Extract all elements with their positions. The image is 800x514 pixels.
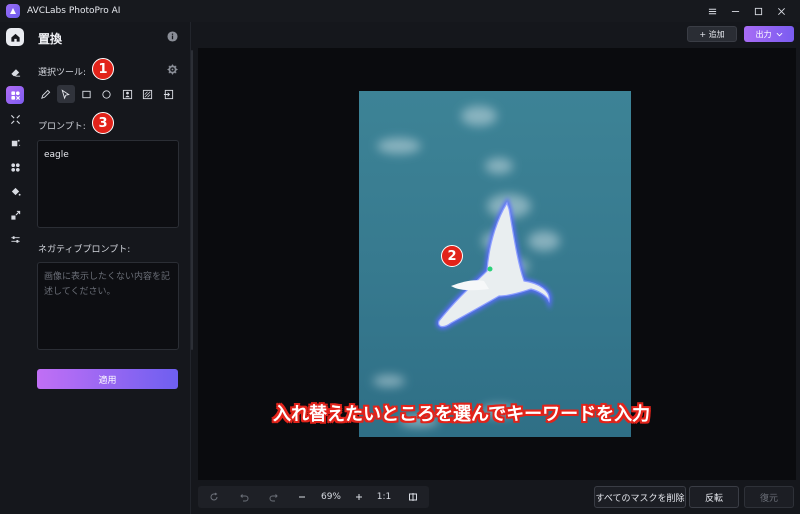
selection-tool-label: 選択ツール:: [38, 68, 87, 78]
import-icon: [163, 89, 173, 99]
minimize-icon[interactable]: [725, 0, 745, 22]
close-icon[interactable]: [771, 0, 791, 22]
zoom-controls: 69% 1:1: [198, 486, 429, 508]
resize-icon[interactable]: [6, 206, 24, 224]
pointer-tool[interactable]: [56, 85, 75, 103]
undo-icon[interactable]: [234, 486, 254, 508]
import-mask-tool[interactable]: [159, 85, 177, 103]
restore-button[interactable]: 復元: [744, 486, 794, 508]
redo-icon[interactable]: [264, 486, 284, 508]
chevron-down-icon: [776, 32, 782, 36]
info-icon[interactable]: [167, 31, 178, 42]
expand-icon[interactable]: [6, 110, 24, 128]
negative-prompt-input[interactable]: 画像に表示したくない内容を記述してください。: [37, 262, 179, 350]
gear-icon[interactable]: [167, 64, 178, 75]
canvas-area[interactable]: 2 入れ替えたいところを選んでキーワードを入力: [198, 48, 796, 480]
adjust-icon[interactable]: [6, 230, 24, 248]
app-title: AVCLabs PhotoPro AI: [27, 6, 121, 16]
home-icon[interactable]: [6, 28, 24, 46]
bottom-bar: 69% 1:1 すべてのマスクを削除 反転 復元: [193, 480, 800, 514]
reset-icon[interactable]: [204, 486, 224, 508]
brush-icon: [40, 89, 50, 99]
maximize-icon[interactable]: [748, 0, 768, 22]
photo-preview[interactable]: [359, 91, 631, 437]
apply-button[interactable]: 適用: [37, 369, 178, 389]
panel-scrollbar[interactable]: [191, 50, 193, 350]
delete-all-masks-button[interactable]: すべてのマスクを削除: [594, 486, 686, 508]
title-bar: AVCLabs PhotoPro AI: [0, 0, 800, 22]
enhance-icon[interactable]: [6, 134, 24, 152]
canvas-toolbar: + 追加 出力: [193, 22, 800, 48]
settings-panel: 置換 選択ツール: 1 プロンプト: 3 eagle ネガティブプロンプト: 画…: [30, 22, 190, 514]
cursor-icon: [61, 88, 70, 100]
actual-size-button[interactable]: 1:1: [373, 486, 395, 508]
app-logo-icon: [6, 4, 20, 18]
rectangle-tool[interactable]: [77, 85, 95, 103]
step-badge-3: 3: [92, 112, 114, 134]
menu-icon[interactable]: [702, 0, 722, 22]
prompt-input[interactable]: eagle: [37, 140, 179, 228]
zoom-level: 69%: [320, 492, 341, 502]
eraser-icon[interactable]: [6, 63, 24, 81]
background-select-icon: [142, 89, 153, 99]
step-badge-2: 2: [441, 245, 463, 267]
zoom-out-icon[interactable]: [294, 486, 310, 508]
instruction-caption: 入れ替えたいところを選んでキーワードを入力: [273, 404, 651, 425]
negative-prompt-label: ネガティブプロンプト:: [38, 245, 131, 255]
selection-tools: [36, 85, 180, 103]
step-badge-1: 1: [92, 58, 114, 80]
brush-tool[interactable]: [36, 85, 54, 103]
zoom-in-icon[interactable]: [351, 486, 367, 508]
export-button[interactable]: 出力: [744, 26, 794, 42]
fan-icon[interactable]: [6, 158, 24, 176]
circle-icon: [102, 89, 111, 99]
compare-icon[interactable]: [403, 486, 423, 508]
subject-select-tool[interactable]: [118, 85, 136, 103]
export-button-label: 出力: [755, 29, 772, 39]
seagull-photo: [359, 91, 631, 437]
background-select-tool[interactable]: [139, 85, 157, 103]
paint-bucket-icon[interactable]: [6, 182, 24, 200]
add-button[interactable]: + 追加: [687, 26, 737, 42]
tool-rail: [0, 22, 30, 514]
ellipse-tool[interactable]: [98, 85, 116, 103]
app-window: AVCLabs PhotoPro AI 置換 選択ツール: 1 プロンプト: 3…: [0, 0, 800, 514]
invert-button[interactable]: 反転: [689, 486, 739, 508]
prompt-label: プロンプト:: [38, 122, 86, 132]
rectangle-icon: [81, 90, 91, 98]
panel-title: 置換: [38, 32, 63, 46]
replace-tool-icon[interactable]: [6, 86, 24, 104]
person-select-icon: [122, 89, 132, 99]
